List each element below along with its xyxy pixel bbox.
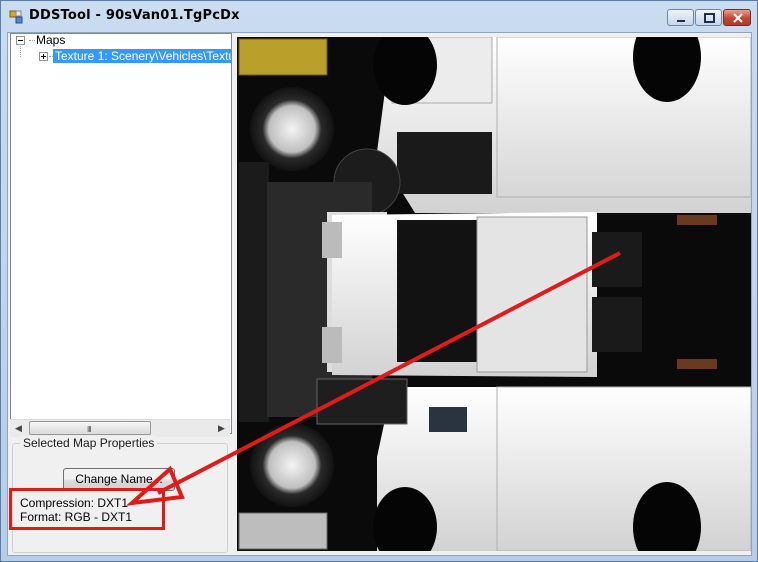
maximize-icon — [704, 13, 715, 23]
close-icon — [733, 13, 743, 23]
close-button[interactable] — [723, 9, 751, 26]
window-title: DDSTool - 90sVan01.TgPcDx — [29, 8, 240, 23]
minimize-icon — [677, 20, 685, 22]
app-icon — [9, 10, 23, 24]
callout-arrow — [125, 251, 621, 506]
minimize-button[interactable] — [667, 9, 694, 26]
client-area: Maps Texture 1: Scenery\Vehicles\Texture… — [7, 32, 752, 556]
main-window: DDSTool - 90sVan01.TgPcDx Maps Texture 1… — [0, 0, 758, 562]
maximize-button[interactable] — [695, 9, 722, 26]
title-bar[interactable]: DDSTool - 90sVan01.TgPcDx — [1, 1, 757, 31]
